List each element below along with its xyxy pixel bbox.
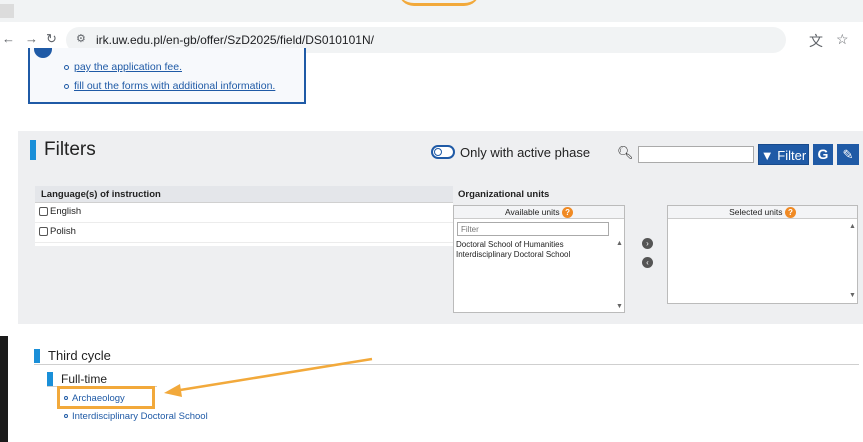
search-input[interactable]: [638, 146, 754, 163]
section-bar: [30, 140, 36, 160]
divider: [34, 364, 859, 365]
scroll-down-icon[interactable]: ▼: [616, 303, 623, 310]
tab-edge: [0, 4, 14, 18]
filter-button-label: Filter: [777, 148, 807, 163]
info-list-item: fill out the forms with additional infor…: [64, 80, 275, 92]
language-option-english[interactable]: English: [35, 203, 453, 223]
info-list: pay the application fee. fill out the fo…: [64, 61, 275, 99]
scroll-down-icon[interactable]: ▼: [849, 292, 856, 299]
star-icon[interactable]: ☆: [836, 31, 849, 48]
translate-icon[interactable]: 文: [809, 31, 823, 51]
site-settings-icon[interactable]: ⚙: [76, 32, 86, 45]
tab-highlight-arc: [398, 0, 480, 6]
filter-button[interactable]: ▼ Filter: [758, 144, 809, 165]
bullet-icon: [64, 64, 69, 70]
toggle-knob: [434, 148, 442, 156]
active-phase-toggle[interactable]: [431, 145, 455, 159]
page-left-edge: [0, 56, 14, 442]
selected-units-header: Selected units ?: [668, 206, 857, 219]
available-units-list[interactable]: Doctoral School of Humanities Interdisci…: [456, 240, 570, 260]
help-icon[interactable]: ?: [562, 207, 574, 219]
org-units-header: Organizational units: [458, 189, 550, 200]
section-bar: [47, 372, 53, 386]
available-units-header: Available units ?: [454, 206, 624, 219]
language-option-label: Polish: [50, 226, 76, 237]
available-units-box: Available units ? Doctoral School of Hum…: [453, 205, 625, 313]
search-icon: 🔍︎: [617, 145, 634, 160]
eraser-icon[interactable]: ✎: [837, 144, 859, 165]
selected-units-label: Selected units: [729, 207, 783, 217]
programme-link[interactable]: Interdisciplinary Doctoral School: [72, 411, 208, 422]
filter-funnel-icon: ▼: [760, 148, 774, 163]
filters-title: Filters: [44, 139, 96, 160]
pay-fee-link[interactable]: pay the application fee.: [74, 61, 182, 73]
available-units-label: Available units: [504, 207, 560, 217]
move-right-icon[interactable]: ›: [642, 238, 653, 249]
scroll-up-icon[interactable]: ▲: [616, 240, 623, 247]
cycle-title: Third cycle: [48, 348, 111, 363]
forward-icon[interactable]: →: [25, 31, 38, 47]
units-filter-input[interactable]: [457, 222, 609, 236]
bullet-icon: [64, 414, 68, 419]
mode-title: Full-time: [61, 372, 108, 386]
language-panel-header: Language(s) of instruction: [35, 186, 453, 203]
language-panel: Language(s) of instruction English Polis…: [35, 186, 453, 246]
info-list-item: pay the application fee.: [64, 61, 275, 73]
left-dark-strip: [0, 336, 8, 442]
g-button[interactable]: G: [813, 144, 833, 165]
info-box: pay the application fee. fill out the fo…: [28, 48, 306, 104]
fill-forms-link[interactable]: fill out the forms with additional infor…: [74, 80, 275, 92]
tab-strip: [0, 0, 863, 22]
bullet-icon: [64, 83, 69, 89]
checkbox[interactable]: [39, 206, 48, 216]
move-left-icon[interactable]: ‹: [642, 257, 653, 268]
info-circle-icon: [34, 48, 52, 58]
filters-panel: Filters Only with active phase 🔍︎ ▼ Filt…: [18, 131, 863, 324]
checkbox[interactable]: [39, 226, 48, 236]
scroll-up-icon[interactable]: ▲: [849, 223, 856, 230]
annotation-arrow-icon: [164, 357, 373, 397]
help-icon[interactable]: ?: [784, 207, 796, 219]
reload-icon[interactable]: ↻: [46, 31, 57, 47]
selected-units-box: Selected units ? ▲ ▼: [667, 205, 858, 304]
org-units-panel: Organizational units Available units ? D…: [453, 186, 863, 319]
url-text[interactable]: irk.uw.edu.pl/en-gb/offer/SzD2025/field/…: [96, 33, 374, 47]
back-icon[interactable]: ←: [2, 31, 15, 47]
unit-item[interactable]: Interdisciplinary Doctoral School: [456, 250, 570, 260]
programme-item-interdisciplinary[interactable]: Interdisciplinary Doctoral School: [64, 411, 208, 422]
language-option-polish[interactable]: Polish: [35, 223, 453, 243]
language-option-label: English: [50, 206, 82, 217]
section-bar: [34, 349, 40, 363]
active-phase-label: Only with active phase: [460, 145, 591, 160]
unit-item[interactable]: Doctoral School of Humanities: [456, 240, 570, 250]
highlight-box: [57, 386, 155, 409]
